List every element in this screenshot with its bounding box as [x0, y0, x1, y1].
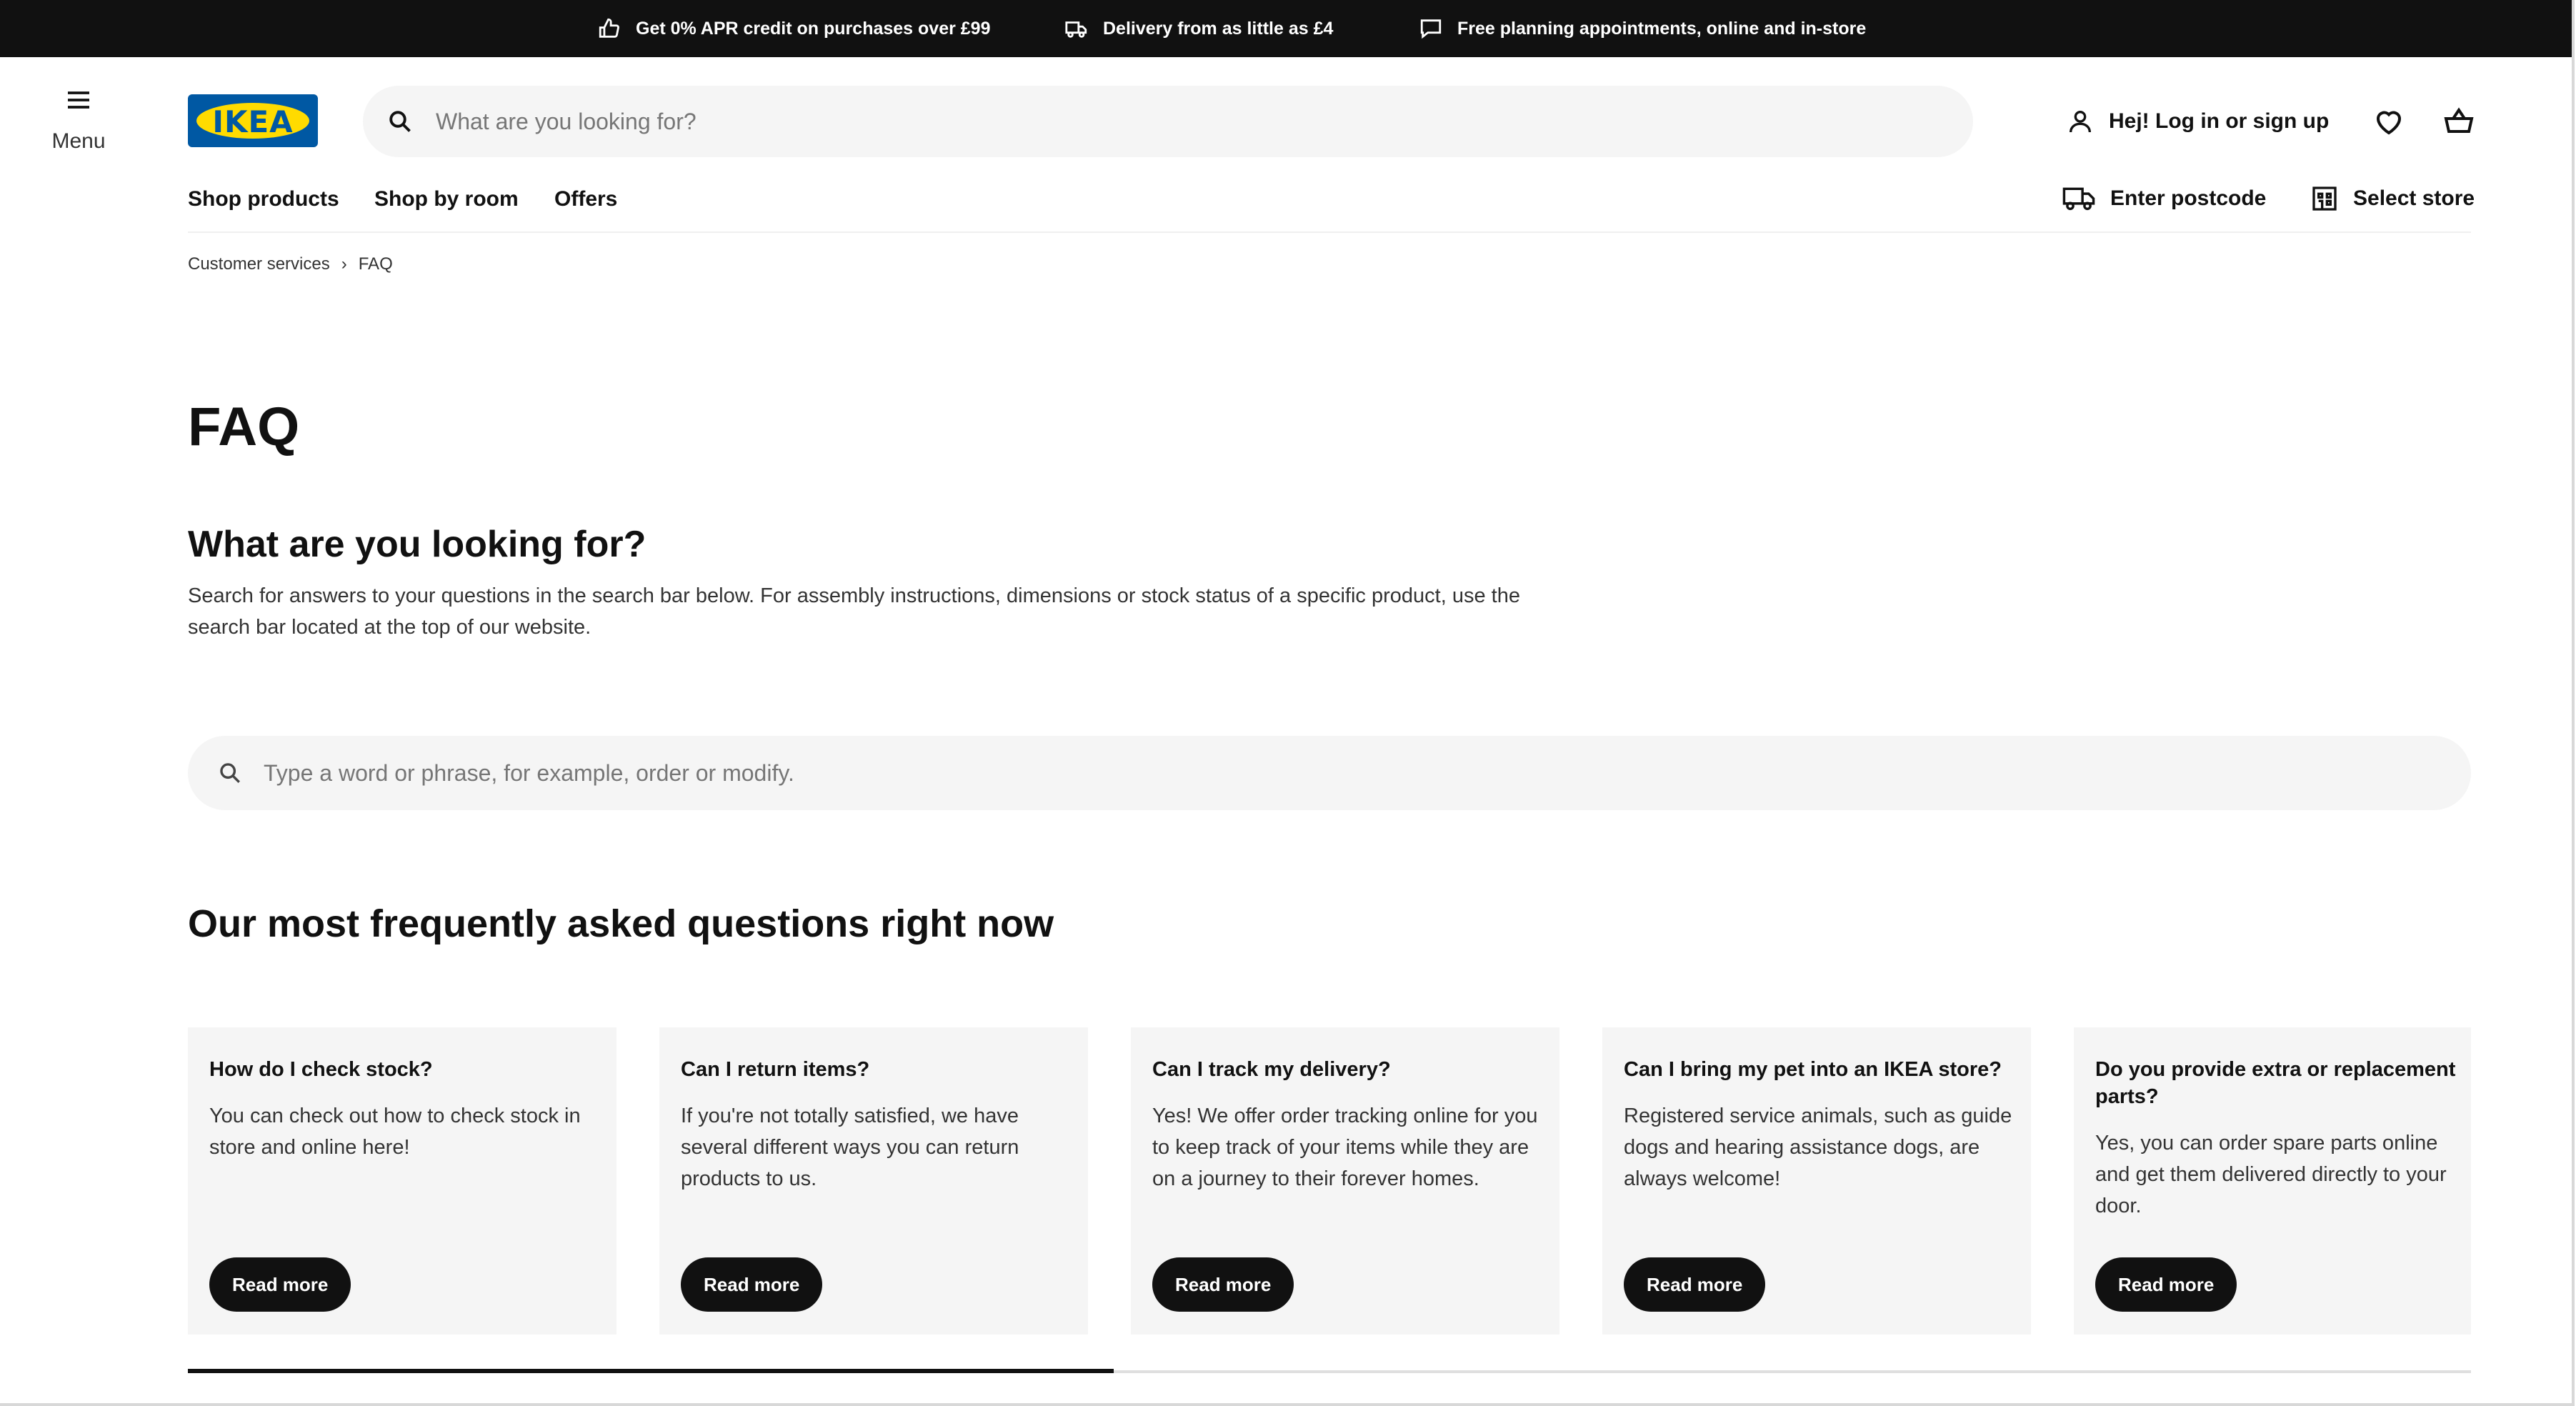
faq-card: Can I track my delivery? Yes! We offer o…	[1131, 1027, 1559, 1335]
faq-card: Can I bring my pet into an IKEA store? R…	[1602, 1027, 2031, 1335]
faq-card: How do I check stock? You can check out …	[188, 1027, 616, 1335]
faq-heading: Our most frequently asked questions righ…	[188, 902, 1054, 945]
lookup-intro: Search for answers to your questions in …	[188, 584, 1520, 639]
header-divider	[188, 231, 2471, 233]
nav-offers[interactable]: Offers	[554, 187, 617, 211]
basket-button[interactable]	[2442, 104, 2476, 139]
read-more-button[interactable]: Read more	[1624, 1257, 1766, 1312]
login-label: Hej! Log in or sign up	[2109, 109, 2330, 133]
nav-shop-products[interactable]: Shop products	[188, 187, 339, 211]
read-more-button[interactable]: Read more	[209, 1257, 351, 1312]
promo-bar: Get 0% APR credit on purchases over £99 …	[0, 0, 2572, 57]
enter-postcode-button[interactable]: Enter postcode	[2062, 184, 2266, 213]
promo-text: Get 0% APR credit on purchases over £99	[636, 18, 991, 39]
user-icon	[2070, 111, 2091, 133]
menu-label: Menu	[51, 129, 106, 153]
lookup-heading: What are you looking for?	[188, 524, 647, 565]
select-store-button[interactable]: Select store	[2310, 184, 2475, 213]
faq-question: Can I bring my pet into an IKEA store?	[1624, 1058, 2002, 1081]
breadcrumb: Customer services › FAQ	[188, 254, 393, 274]
site-search-input[interactable]	[434, 107, 1973, 136]
faq-question: Can I track my delivery?	[1152, 1058, 1391, 1081]
search-icon	[220, 763, 240, 783]
read-more-button[interactable]: Read more	[681, 1257, 823, 1312]
promo-item-delivery[interactable]: Delivery from as little as £4	[1064, 0, 1333, 57]
breadcrumb-faq: FAQ	[358, 254, 393, 274]
postcode-label: Enter postcode	[2110, 186, 2267, 210]
promo-item-credit[interactable]: Get 0% APR credit on purchases over £99	[597, 0, 990, 57]
chat-bubble-icon	[1419, 16, 1443, 41]
thumbs-up-icon	[597, 16, 621, 41]
faq-answer: Yes, you can order spare parts online an…	[2095, 1132, 2447, 1217]
chevron-right-icon: ›	[341, 254, 347, 274]
search-icon	[389, 111, 411, 132]
page-title: FAQ	[188, 397, 300, 457]
faq-answer: If you're not totally satisfied, we have…	[681, 1105, 1019, 1190]
faq-answer: Registered service animals, such as guid…	[1624, 1105, 2012, 1190]
delivery-truck-icon	[2062, 187, 2095, 211]
promo-item-planning[interactable]: Free planning appointments, online and i…	[1419, 0, 1866, 57]
read-more-button[interactable]: Read more	[1152, 1257, 1294, 1312]
faq-question: Do you provide extra or replacement part…	[2095, 1058, 2456, 1108]
faq-card: Do you provide extra or replacement part…	[2074, 1027, 2471, 1335]
faq-search[interactable]	[188, 736, 2471, 810]
store-icon	[2312, 186, 2337, 211]
promo-text: Free planning appointments, online and i…	[1457, 18, 1867, 39]
login-link[interactable]: Hej! Log in or sign up	[2066, 101, 2329, 141]
faq-card: Can I return items? If you're not totall…	[659, 1027, 1088, 1335]
faq-question: How do I check stock?	[209, 1058, 433, 1081]
nav-shop-by-room[interactable]: Shop by room	[374, 187, 519, 211]
faq-search-input[interactable]	[262, 759, 2471, 787]
store-label: Select store	[2353, 186, 2475, 210]
basket-icon	[2444, 107, 2474, 133]
hamburger-icon	[68, 91, 89, 109]
breadcrumb-customer-services[interactable]: Customer services	[188, 254, 330, 274]
favourites-button[interactable]	[2372, 104, 2406, 139]
heart-icon	[2376, 111, 2402, 135]
ikea-logo[interactable]: IKEA	[188, 94, 318, 147]
read-more-button[interactable]: Read more	[2095, 1257, 2237, 1312]
faq-answer: Yes! We offer order tracking online for …	[1152, 1105, 1538, 1190]
logo-text: IKEA	[212, 104, 294, 139]
page: Get 0% APR credit on purchases over £99 …	[0, 0, 2575, 1406]
site-search[interactable]	[363, 86, 1973, 157]
carousel-scroll-thumb[interactable]	[188, 1369, 1114, 1373]
faq-question: Can I return items?	[681, 1058, 870, 1081]
delivery-truck-icon	[1064, 16, 1089, 41]
promo-text: Delivery from as little as £4	[1103, 18, 1334, 39]
menu-button[interactable]: Menu	[43, 86, 114, 164]
faq-answer: You can check out how to check stock in …	[209, 1105, 581, 1159]
